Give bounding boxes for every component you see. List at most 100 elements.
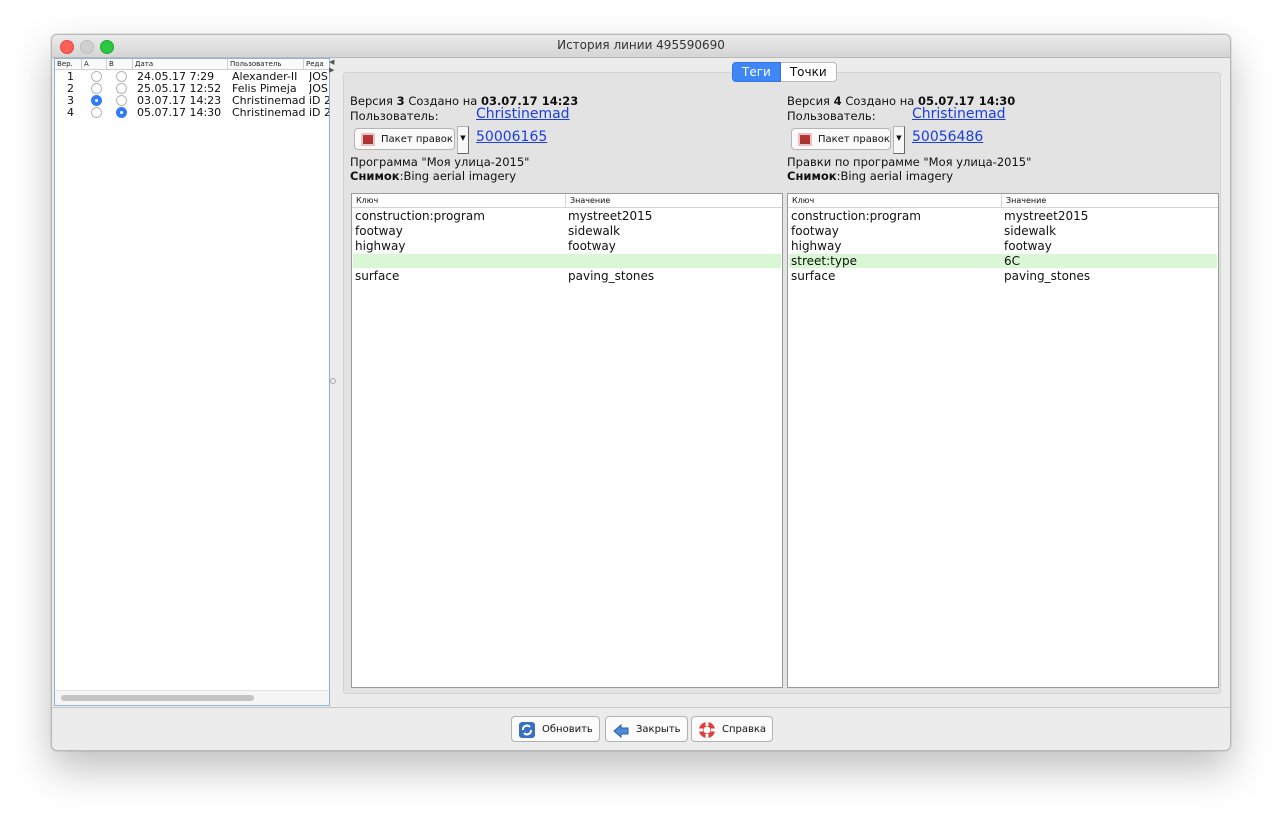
version-row[interactable]: 4 05.07.17 14:30 Christinemad iD 2 [55,107,329,119]
column-header-editor[interactable]: Реда [304,59,329,69]
created-label: Создано на [845,94,915,108]
version-editor: iD 2 [309,107,329,119]
tag-row[interactable]: construction:program mystreet2015 [789,209,1217,223]
tag-table-header: Ключ Значение [352,194,782,208]
version-list[interactable]: Вер. A B Дата Пользователь Реда 1 24.05.1… [54,58,330,706]
version-row[interactable]: 2 25.05.17 12:52 Felis Pimeja JOS [55,83,329,95]
version-editor: JOS [309,71,328,83]
tag-value: mystreet2015 [568,209,653,223]
tag-value: sidewalk [1004,224,1057,238]
collapse-arrows-icon[interactable]: ◀ ▶ [329,58,337,74]
left-comment: Программа "Моя улица-2015" [350,155,530,169]
tag-row[interactable]: surface paving_stones [353,269,781,283]
version-list-header: Вер. A B Дата Пользователь Реда [55,59,329,70]
title-bar: История линии 495590690 [52,35,1230,58]
version-number: 3 [67,95,74,107]
version-label: Версия [350,94,393,108]
left-changeset-button[interactable]: Пакет правок [354,128,455,150]
key-column-header[interactable]: Ключ [352,194,378,207]
horizontal-scrollbar[interactable] [55,690,329,705]
radio-b[interactable] [116,83,127,94]
right-changeset-dropdown[interactable]: ▼ [893,126,905,154]
version-label: Версия [787,94,830,108]
column-header-date[interactable]: Дата [133,59,228,69]
button-bar: Обновить Закрыть Справка [52,707,1230,750]
tag-key: footway [791,224,839,238]
version-number: 1 [67,71,74,83]
tag-key: highway [355,239,406,253]
left-changeset-dropdown[interactable]: ▼ [457,126,469,154]
value-column-header[interactable]: Значение [1002,194,1046,207]
column-header-version[interactable]: Вер. [55,59,82,69]
left-user-link[interactable]: Christinemad [476,107,570,121]
tag-key: surface [791,269,836,283]
version-number: 4 [67,107,74,119]
window-title: История линии 495590690 [557,38,725,52]
tag-row[interactable]: surface paving_stones [789,269,1217,283]
radio-b[interactable] [116,95,127,106]
column-header-a[interactable]: A [82,59,107,69]
tab-points[interactable]: Точки [780,62,837,82]
left-imagery: Снимок:Bing aerial imagery [350,169,517,183]
tag-row[interactable]: highway footway [353,239,781,253]
splitter-handle[interactable] [330,378,336,384]
radio-a[interactable] [91,71,102,82]
version-row[interactable]: 1 24.05.17 7:29 Alexander-II JOS [55,71,329,83]
right-tag-table[interactable]: Ключ Значение construction:program mystre… [787,193,1219,688]
tab-tags[interactable]: Теги [732,62,781,82]
column-header-b[interactable]: B [107,59,133,69]
key-column-header[interactable]: Ключ [788,194,814,207]
tag-row[interactable]: highway footway [789,239,1217,253]
version-number: 4 [833,94,842,108]
right-changeset-button[interactable]: Пакет правок [791,128,891,150]
left-tag-table[interactable]: Ключ Значение construction:program mystre… [351,193,783,688]
radio-b[interactable] [116,107,127,118]
help-button[interactable]: Справка [691,716,774,742]
radio-a[interactable] [91,95,102,106]
tag-row[interactable]: footway sidewalk [789,224,1217,238]
version-row[interactable]: 3 03.07.17 14:23 Christinemad iD 2 [55,95,329,107]
version-date: 25.05.17 12:52 [137,83,222,95]
version-editor: iD 2 [309,95,329,107]
refresh-button[interactable]: Обновить [511,716,600,742]
tag-value: mystreet2015 [1004,209,1089,223]
package-icon [361,133,375,146]
value-column-header[interactable]: Значение [566,194,610,207]
right-user-link[interactable]: Christinemad [912,107,1006,121]
tag-row[interactable]: construction:program mystreet2015 [353,209,781,223]
tag-value: footway [568,239,616,253]
tag-key: surface [355,269,400,283]
tag-value: footway [1004,239,1052,253]
tag-table-header: Ключ Значение [788,194,1218,208]
scrollbar-thumb[interactable] [61,695,254,701]
tag-row[interactable] [353,254,781,268]
tag-row[interactable]: footway sidewalk [353,224,781,238]
radio-a[interactable] [91,107,102,118]
radio-b[interactable] [116,71,127,82]
right-user-label: Пользователь: [787,109,876,123]
tag-key: highway [791,239,842,253]
tag-key: footway [355,224,403,238]
close-button[interactable]: Закрыть [605,716,688,742]
version-number: 2 [67,83,74,95]
version-number: 3 [396,94,405,108]
version-user: Christinemad [232,107,306,119]
right-changeset-link[interactable]: 50056486 [912,130,983,144]
history-window: История линии 495590690 Вер. A B Дата По… [51,34,1231,751]
right-imagery: Снимок:Bing aerial imagery [787,169,954,183]
tag-row[interactable]: street:type 6C [789,254,1217,268]
version-date: 03.07.17 14:23 [137,95,222,107]
column-header-user[interactable]: Пользователь [228,59,304,69]
tag-value: 6C [1004,254,1021,268]
radio-a[interactable] [91,83,102,94]
left-changeset-link[interactable]: 50006165 [476,130,547,144]
tag-key: street:type [791,254,857,268]
tab-bar: Теги Точки [732,62,837,82]
close-arrow-icon [613,723,629,739]
refresh-icon [519,722,535,738]
version-editor: JOS [309,83,328,95]
tag-key: construction:program [355,209,485,223]
tag-value: paving_stones [568,269,655,283]
tag-value: paving_stones [1004,269,1091,283]
tag-key: construction:program [791,209,921,223]
